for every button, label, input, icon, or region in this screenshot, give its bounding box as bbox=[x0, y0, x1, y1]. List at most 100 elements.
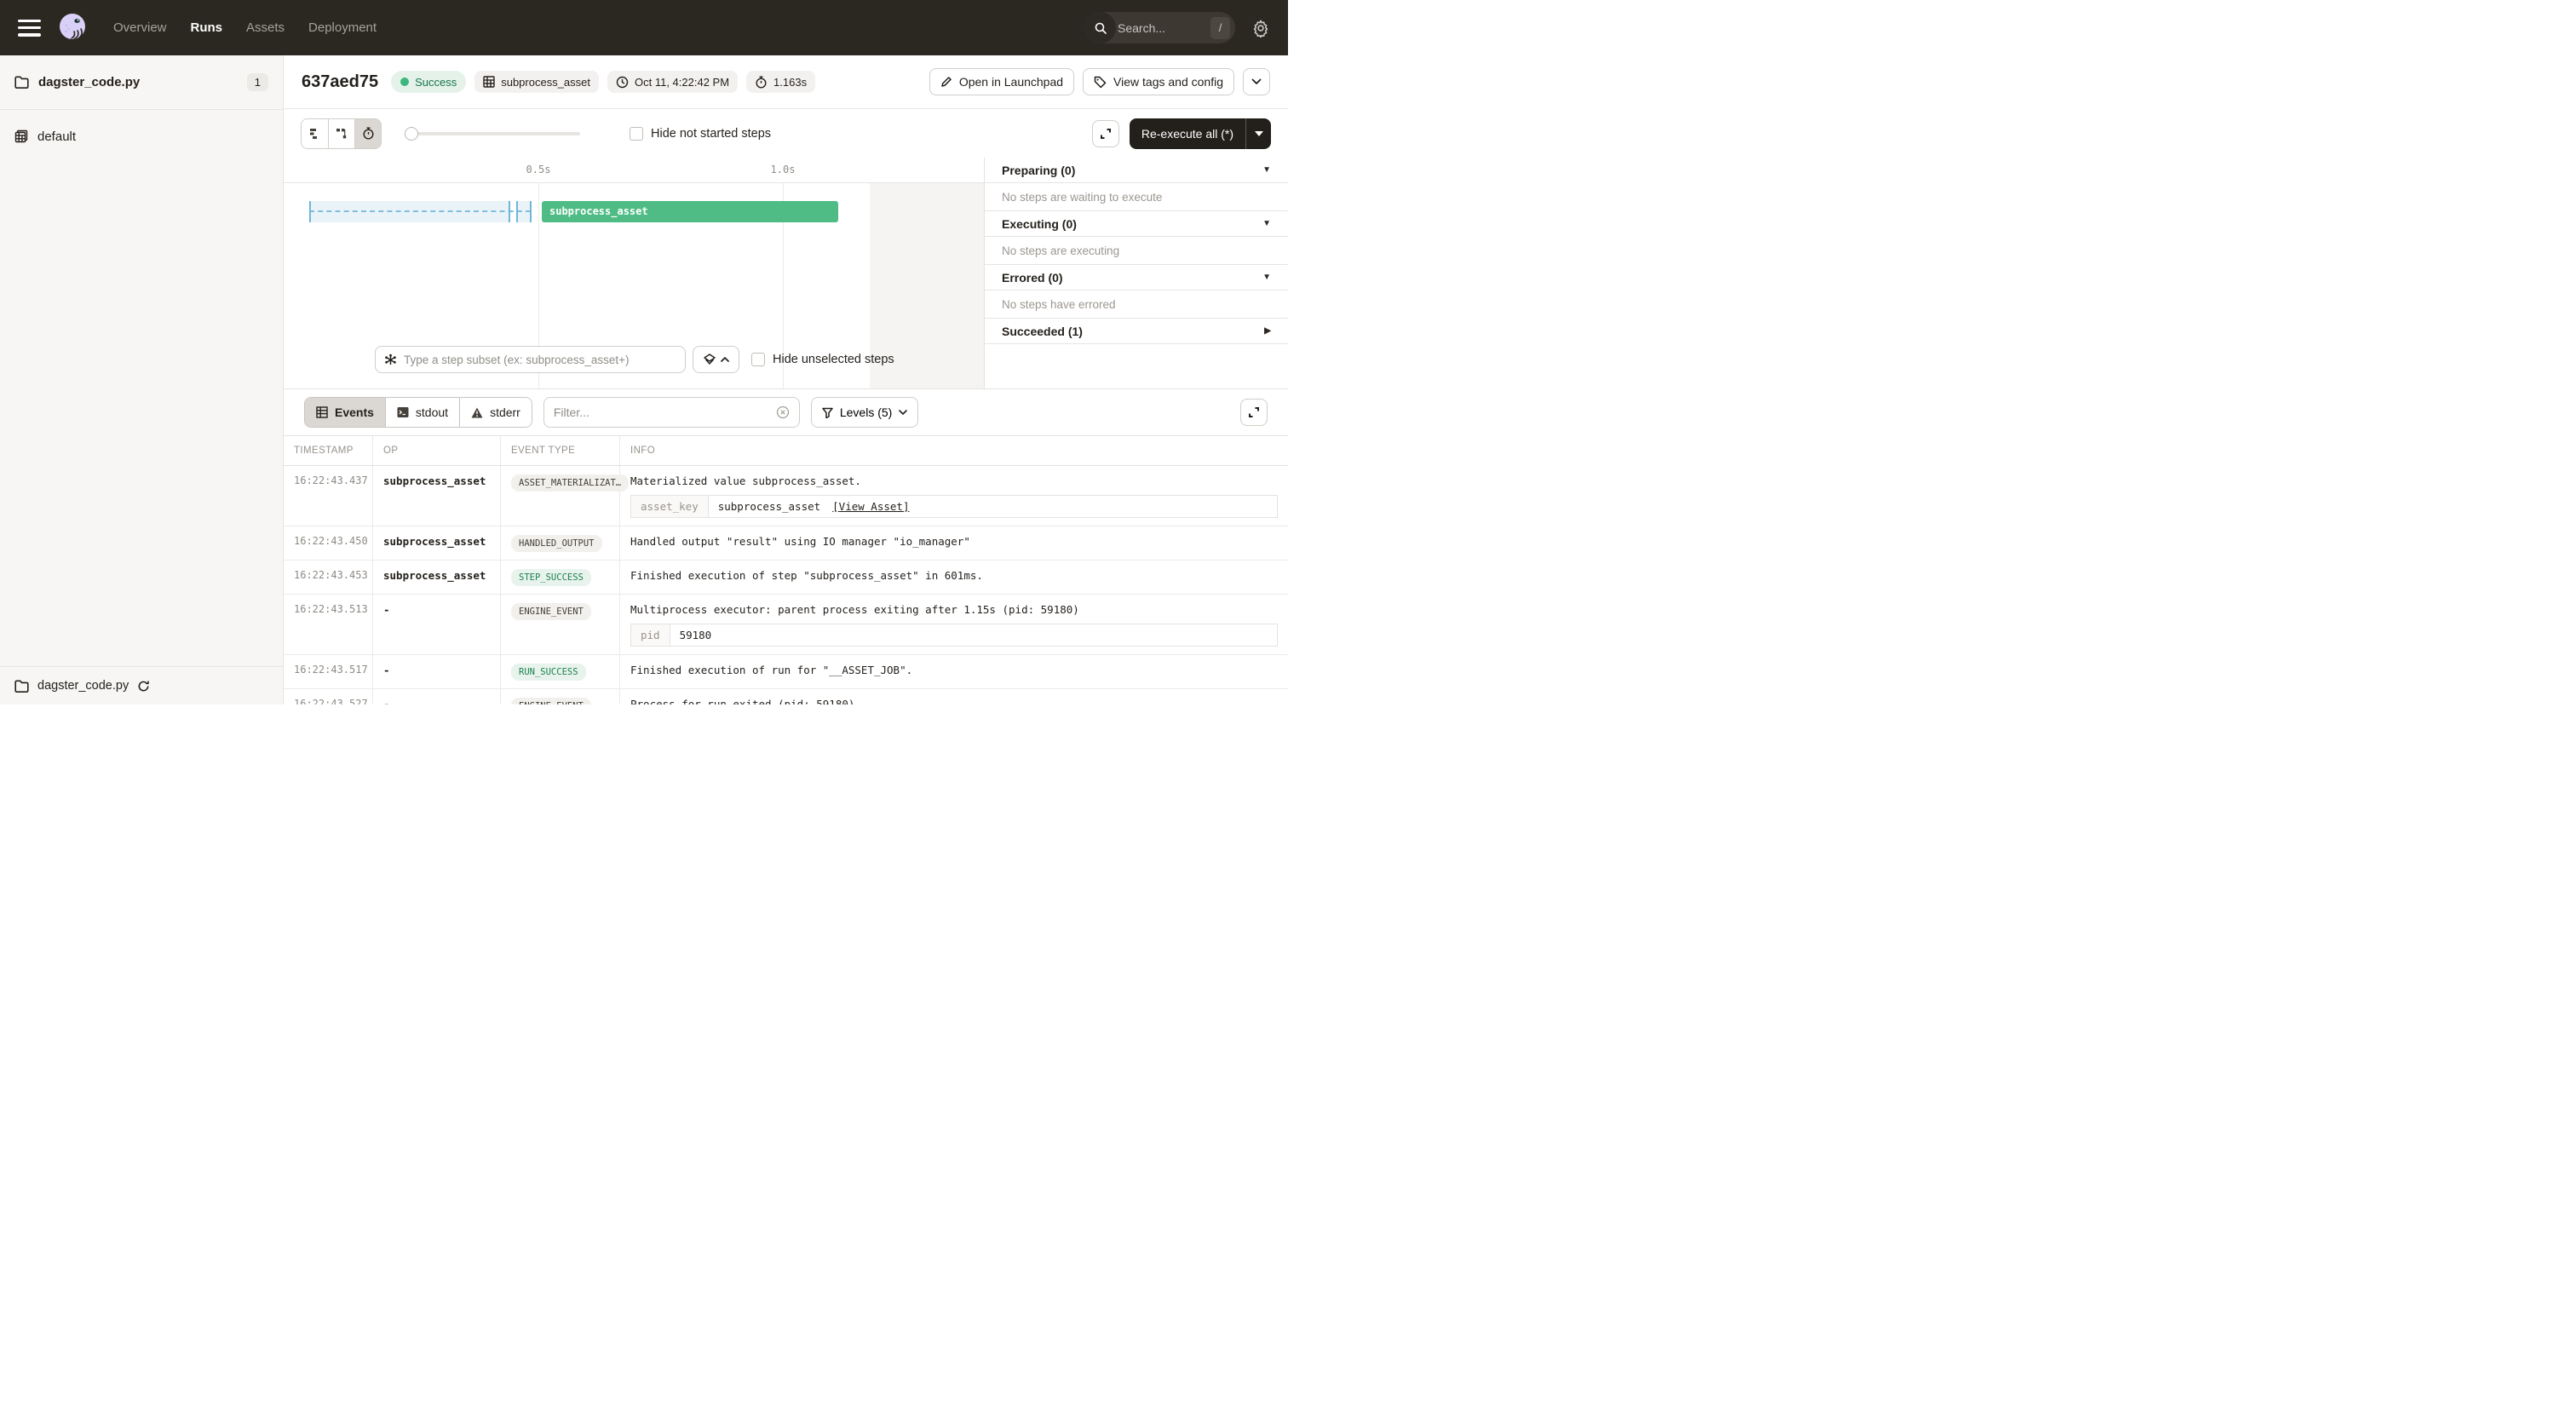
events-table-body: 16:22:43.437subprocess_assetASSET_MATERI… bbox=[284, 466, 1288, 704]
step-section-label: Succeeded (1) bbox=[1002, 325, 1083, 338]
step-section-label: Errored (0) bbox=[1002, 271, 1063, 285]
event-info-text: Multiprocess executor: parent process ex… bbox=[630, 603, 1278, 616]
settings-gear-icon[interactable] bbox=[1251, 19, 1270, 37]
events-table: TIMESTAMPOPEVENT TYPEINFO 16:22:43.437su… bbox=[284, 436, 1288, 704]
step-section-header[interactable]: Preparing (0) ▼ bbox=[985, 158, 1288, 183]
search-input[interactable] bbox=[1116, 21, 1210, 35]
nav-item-runs[interactable]: Runs bbox=[191, 20, 223, 35]
reexecute-all-button[interactable]: Re-execute all (*) bbox=[1130, 118, 1245, 149]
gantt-step-bar[interactable]: subprocess_asset bbox=[542, 201, 838, 222]
dagster-logo[interactable] bbox=[55, 11, 89, 45]
event-metadata-table: asset_keysubprocess_asset[View Asset] bbox=[630, 495, 1278, 518]
left-sidebar: dagster_code.py 1 default dagster_code.p… bbox=[0, 55, 284, 704]
step-section-label: Executing (0) bbox=[1002, 217, 1077, 231]
caret-down-icon: ▼ bbox=[1262, 165, 1271, 175]
log-tabs: Events stdout stderr bbox=[304, 397, 532, 428]
hide-unselected-checkbox[interactable] bbox=[751, 353, 765, 366]
stopwatch-icon bbox=[755, 76, 768, 89]
hide-not-started-checkbox[interactable] bbox=[630, 127, 643, 141]
gantt-zoom-slider[interactable] bbox=[405, 127, 580, 141]
nav-item-overview[interactable]: Overview bbox=[113, 20, 167, 35]
step-section-empty-text: No steps are waiting to execute bbox=[985, 183, 1288, 211]
nav-item-deployment[interactable]: Deployment bbox=[308, 20, 377, 35]
run-id: 637aed75 bbox=[302, 72, 378, 92]
events-table-header: TIMESTAMPOPEVENT TYPEINFO bbox=[284, 436, 1288, 466]
layers-icon bbox=[704, 354, 716, 365]
folder-icon bbox=[14, 680, 29, 693]
slider-thumb[interactable] bbox=[405, 127, 418, 141]
reexecute-split-button: Re-execute all (*) bbox=[1130, 118, 1271, 149]
event-info-text: Materialized value subprocess_asset. bbox=[630, 474, 1278, 487]
event-op: subprocess_asset bbox=[373, 561, 501, 594]
tab-events[interactable]: Events bbox=[305, 398, 385, 427]
event-timestamp: 16:22:43.437 bbox=[284, 466, 373, 526]
chevron-down-icon bbox=[1251, 78, 1262, 85]
event-row[interactable]: 16:22:43.527-ENGINE_EVENTProcess for run… bbox=[284, 689, 1288, 704]
table-icon bbox=[316, 406, 328, 418]
clock-icon bbox=[616, 76, 629, 89]
hide-not-started-option[interactable]: Hide not started steps bbox=[630, 127, 771, 141]
tab-stdout[interactable]: stdout bbox=[385, 398, 459, 427]
gantt-view-mode-group bbox=[301, 118, 382, 149]
chevron-down-icon bbox=[1255, 131, 1263, 136]
view-mode-waterfall-button[interactable] bbox=[328, 119, 354, 148]
event-timestamp: 16:22:43.517 bbox=[284, 655, 373, 688]
chevron-up-icon bbox=[721, 357, 729, 362]
job-tag[interactable]: subprocess_asset bbox=[474, 71, 599, 93]
event-timestamp: 16:22:43.527 bbox=[284, 689, 373, 704]
event-type-badge: RUN_SUCCESS bbox=[511, 664, 586, 681]
gantt-expand-button[interactable] bbox=[1092, 120, 1119, 147]
step-subset-row: Hide unselected steps bbox=[375, 346, 894, 373]
step-section-header[interactable]: Errored (0)▼ bbox=[985, 265, 1288, 290]
view-mode-timed-button[interactable] bbox=[354, 119, 381, 148]
step-section-label: Preparing (0) bbox=[1002, 164, 1075, 177]
view-mode-flat-button[interactable] bbox=[302, 119, 328, 148]
step-subset-inputbox[interactable] bbox=[375, 346, 686, 373]
clear-filter-icon[interactable] bbox=[776, 405, 790, 419]
step-section-header[interactable]: Succeeded (1) ▶ bbox=[985, 319, 1288, 344]
event-type-badge: ASSET_MATERIALIZAT… bbox=[511, 474, 629, 492]
reexecute-dropdown-button[interactable] bbox=[1245, 118, 1271, 149]
step-section-header[interactable]: Executing (0)▼ bbox=[985, 211, 1288, 237]
event-op: - bbox=[373, 689, 501, 704]
caret-right-icon: ▶ bbox=[1264, 326, 1271, 336]
event-timestamp: 16:22:43.453 bbox=[284, 561, 373, 594]
sidebar-item-default-job[interactable]: default bbox=[0, 118, 283, 155]
event-row[interactable]: 16:22:43.453subprocess_asset STEP_SUCCESS… bbox=[284, 561, 1288, 595]
duration-tag: 1.163s bbox=[746, 71, 815, 93]
event-row[interactable]: 16:22:43.437subprocess_asset ASSET_MATERI… bbox=[284, 466, 1288, 526]
step-subset-input[interactable] bbox=[404, 354, 676, 366]
gantt-chart: 0.5s 1.0s subprocess_asset bbox=[284, 158, 984, 388]
levels-filter-button[interactable]: Levels (5) bbox=[811, 397, 918, 428]
log-filter-box[interactable] bbox=[543, 397, 800, 428]
nav-item-assets[interactable]: Assets bbox=[246, 20, 285, 35]
event-row[interactable]: 16:22:43.517-RUN_SUCCESSFinished executi… bbox=[284, 655, 1288, 689]
terminal-icon bbox=[397, 406, 409, 418]
hide-unselected-option[interactable]: Hide unselected steps bbox=[751, 353, 894, 366]
timeline-tick: 1.0s bbox=[771, 164, 796, 175]
reload-repo-icon[interactable] bbox=[137, 680, 150, 693]
tab-stderr[interactable]: stderr bbox=[459, 398, 532, 427]
view-tags-config-button[interactable]: View tags and config bbox=[1083, 68, 1234, 95]
hamburger-menu-icon[interactable] bbox=[18, 20, 41, 37]
event-row[interactable]: 16:22:43.450subprocess_assetHANDLED_OUTP… bbox=[284, 526, 1288, 561]
graph-query-toggle-button[interactable] bbox=[693, 346, 739, 373]
folder-icon bbox=[14, 76, 29, 89]
status-badge: Success bbox=[391, 71, 466, 93]
view-asset-link[interactable]: [View Asset] bbox=[832, 500, 909, 513]
funnel-icon bbox=[822, 407, 833, 418]
job-icon bbox=[14, 129, 28, 143]
event-op: subprocess_asset bbox=[373, 466, 501, 526]
event-row[interactable]: 16:22:43.513-ENGINE_EVENTMultiprocess ex… bbox=[284, 595, 1288, 655]
event-timestamp: 16:22:43.450 bbox=[284, 526, 373, 560]
logs-expand-button[interactable] bbox=[1240, 399, 1268, 426]
chevron-down-icon bbox=[899, 410, 907, 415]
search-icon bbox=[1084, 12, 1116, 43]
tag-icon bbox=[1094, 76, 1107, 89]
global-search[interactable]: / bbox=[1084, 12, 1235, 43]
repo-header[interactable]: dagster_code.py 1 bbox=[0, 55, 283, 110]
event-type-badge: STEP_SUCCESS bbox=[511, 569, 591, 586]
log-filter-input[interactable] bbox=[554, 405, 769, 419]
run-actions-chevron-button[interactable] bbox=[1243, 68, 1270, 95]
open-in-launchpad-button[interactable]: Open in Launchpad bbox=[929, 68, 1074, 95]
